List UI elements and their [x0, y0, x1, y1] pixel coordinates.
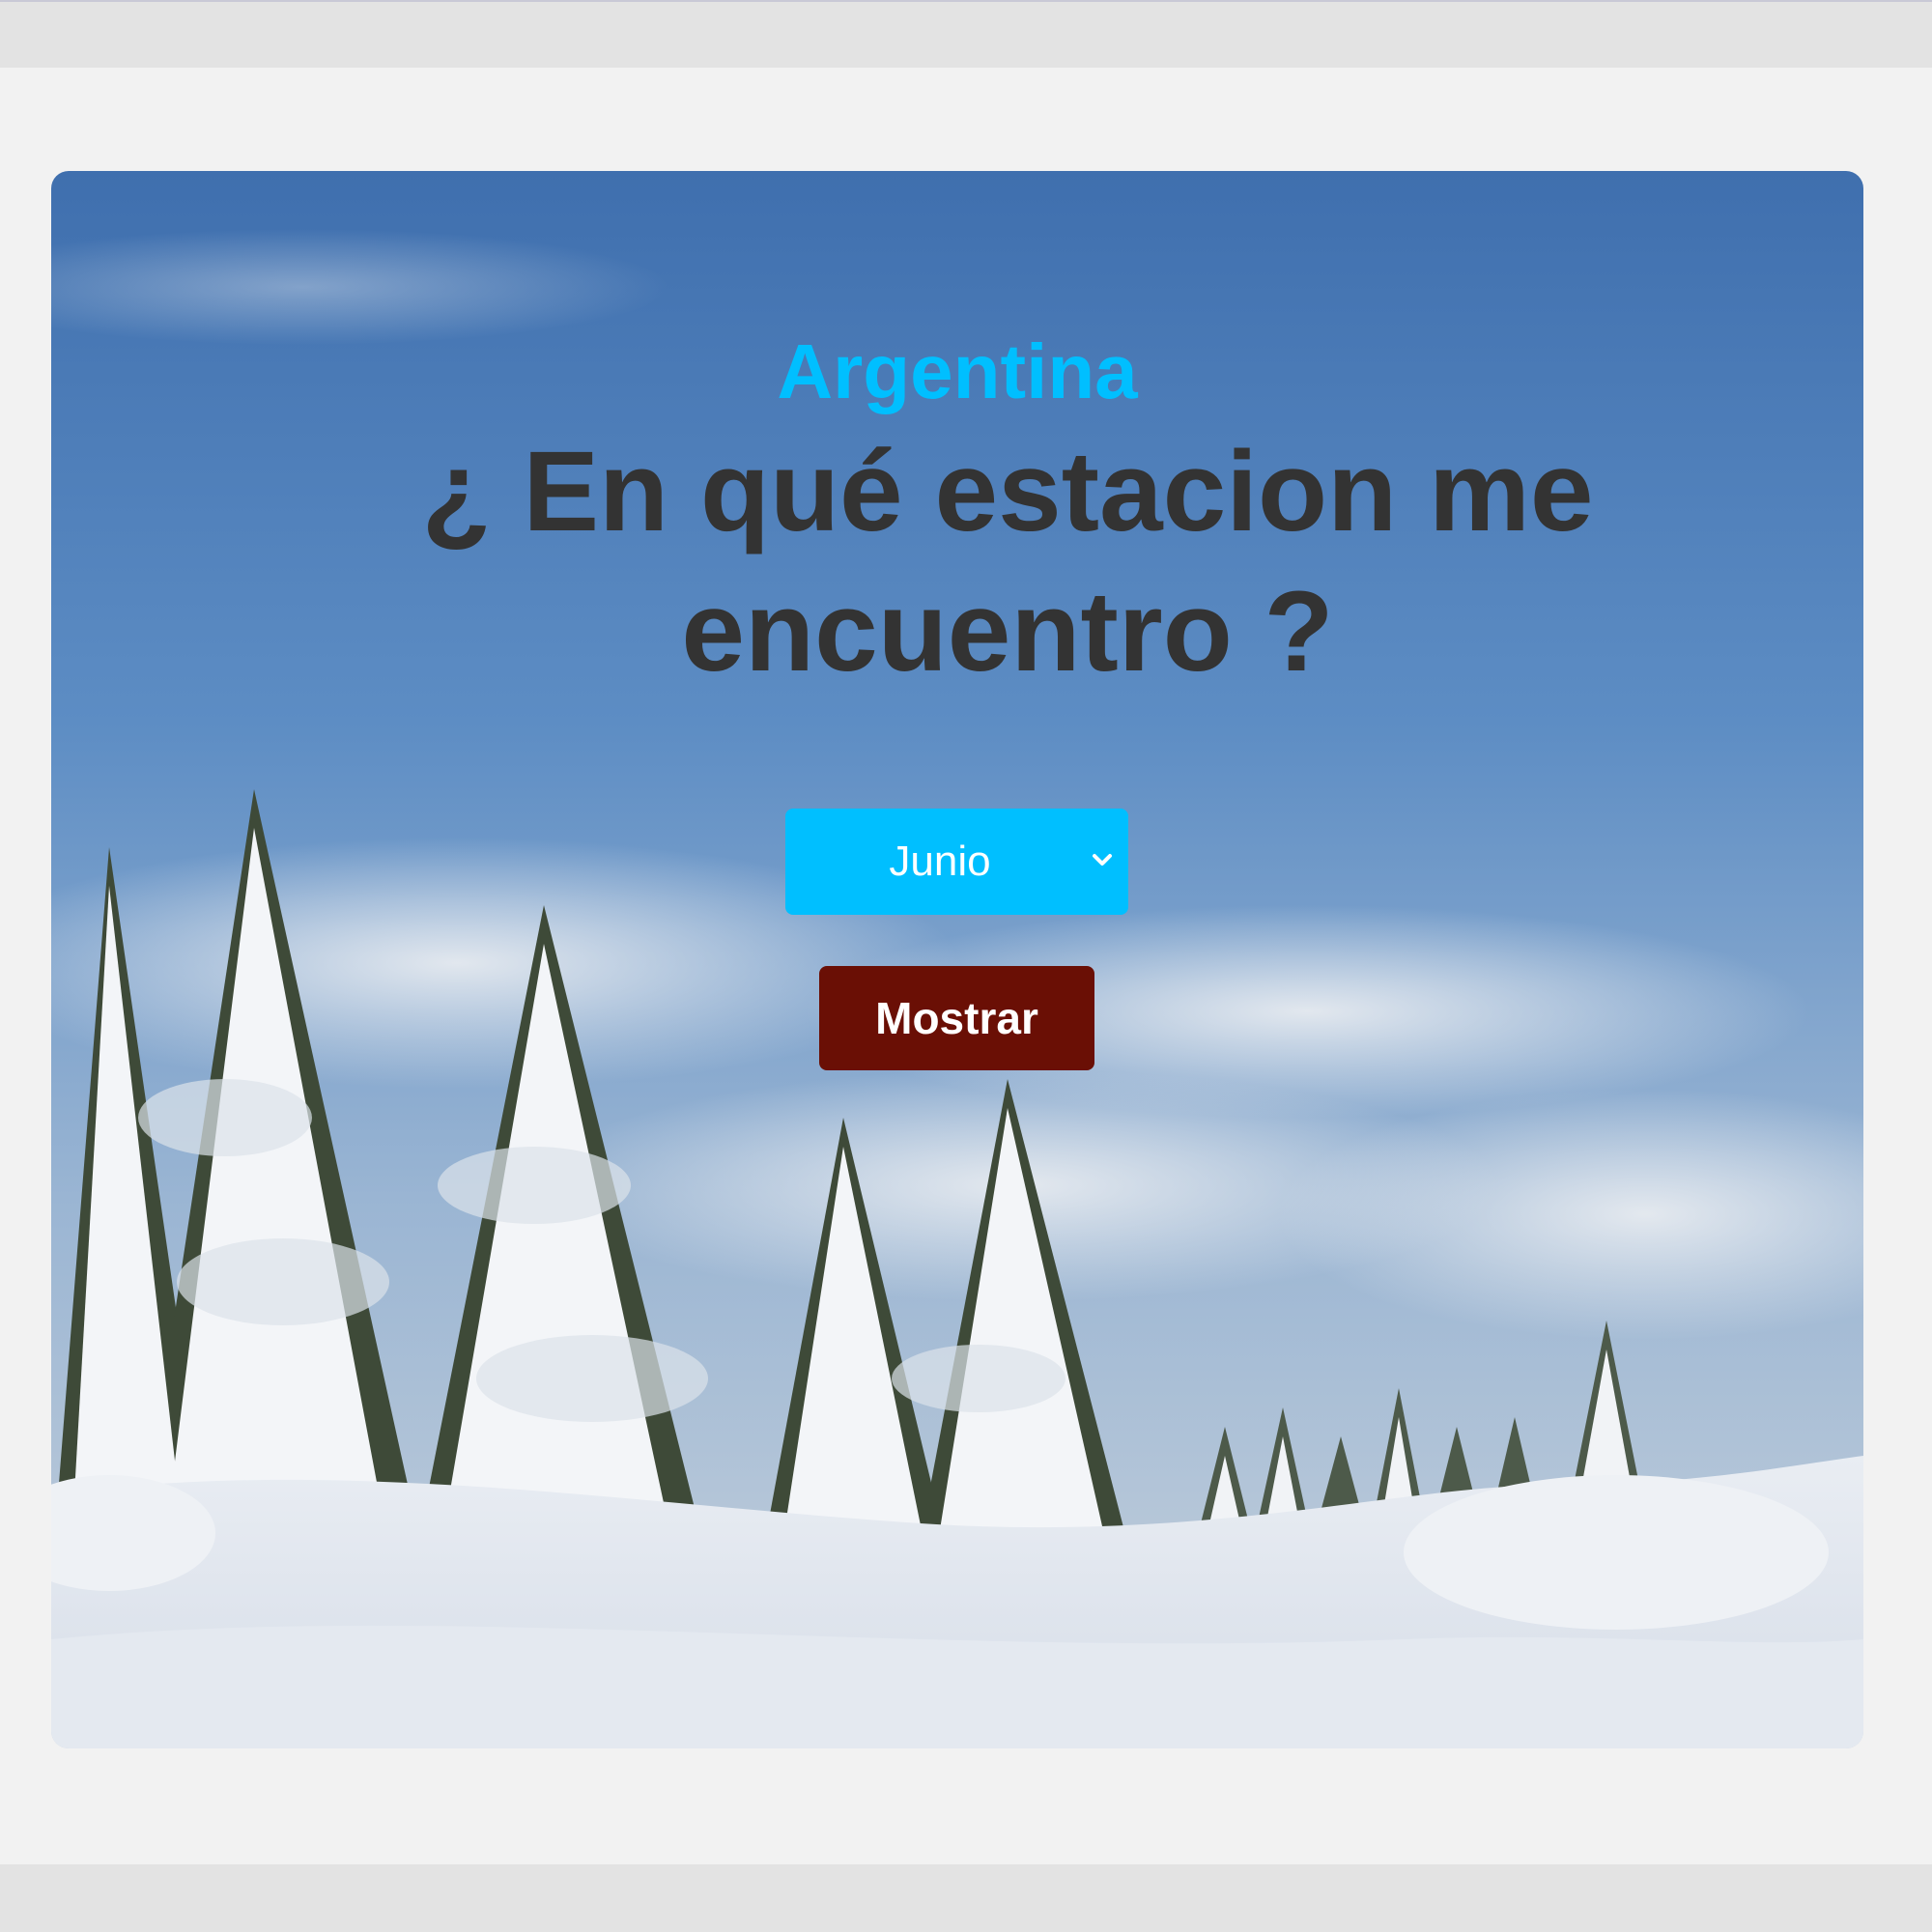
card-content: Argentina ¿ En qué estacion me encuentro… — [51, 171, 1863, 1748]
country-title: Argentina — [777, 328, 1138, 414]
chevron-down-icon — [1093, 854, 1112, 866]
season-card: Argentina ¿ En qué estacion me encuentro… — [51, 171, 1863, 1748]
season-question-heading: ¿ En qué estacion me encuentro ? — [421, 428, 1594, 696]
month-select-value: Junio — [889, 838, 991, 885]
month-select[interactable]: Junio — [785, 809, 1128, 915]
show-button[interactable]: Mostrar — [819, 966, 1094, 1070]
browser-top-bar — [0, 0, 1932, 68]
browser-bottom-bar — [0, 1864, 1932, 1932]
